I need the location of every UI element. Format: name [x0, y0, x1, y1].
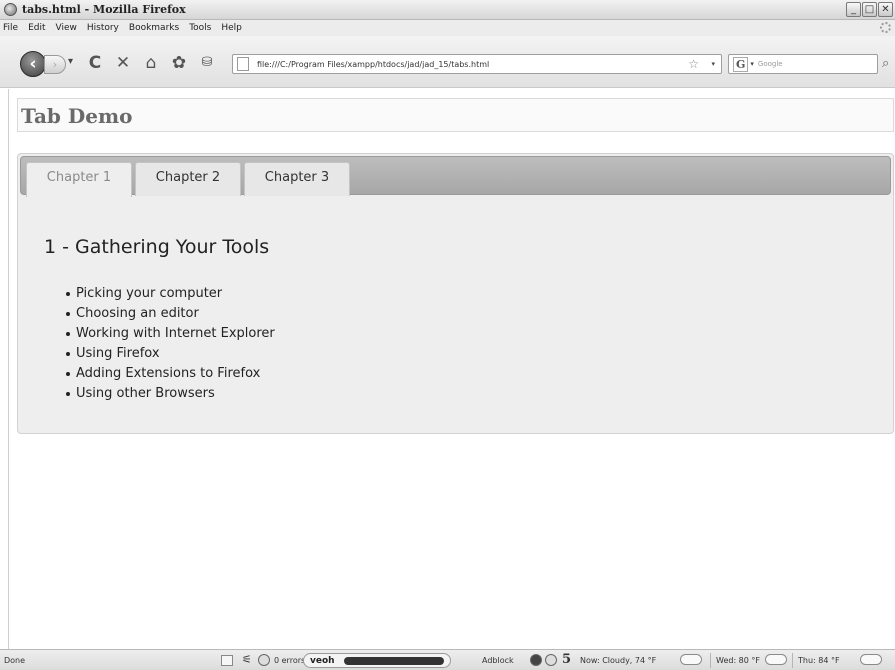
- list-item: Using other Browsers: [66, 384, 275, 404]
- page-header: Tab Demo: [17, 98, 894, 132]
- search-engine-icon[interactable]: G: [733, 56, 749, 72]
- validator-icon[interactable]: [258, 654, 270, 666]
- reload-button[interactable]: C: [84, 53, 106, 73]
- addon-status-icon[interactable]: [221, 655, 233, 666]
- stop-button[interactable]: ✕: [112, 53, 134, 73]
- search-engine-dropdown-icon[interactable]: ▾: [750, 60, 754, 68]
- back-button[interactable]: ‹: [20, 51, 46, 77]
- page-content: Tab Demo Chapter 1 Chapter 2 Chapter 3 1…: [8, 89, 895, 649]
- veoh-logo: veoh: [310, 656, 335, 666]
- tab-strip: Chapter 1 Chapter 2 Chapter 3: [20, 156, 891, 197]
- weather-thu[interactable]: Thu: 84 °F: [798, 656, 840, 665]
- page-title: Tab Demo: [21, 104, 133, 128]
- navigation-toolbar: ‹ › ▾ C ✕ ⌂ ✿ ⛁ file:///C:/Program Files…: [0, 36, 895, 88]
- veoh-controls[interactable]: [344, 657, 444, 665]
- forward-button[interactable]: ›: [44, 55, 66, 74]
- home-button[interactable]: ⌂: [140, 53, 162, 73]
- separator: [792, 653, 793, 668]
- url-text[interactable]: file:///C:/Program Files/xampp/htdocs/ja…: [257, 60, 489, 69]
- window-title: tabs.html - Mozilla Firefox: [22, 3, 186, 16]
- window-titlebar: tabs.html - Mozilla Firefox _ □ ✕: [0, 0, 895, 20]
- adblock-status[interactable]: Adblock: [482, 656, 514, 665]
- menu-tools[interactable]: Tools: [189, 23, 211, 33]
- bookmark-star-icon[interactable]: ☆: [688, 57, 699, 71]
- menubar: File Edit View History Bookmarks Tools H…: [0, 20, 895, 36]
- tab-chapter-3[interactable]: Chapter 3: [244, 162, 350, 196]
- tabs-widget: Chapter 1 Chapter 2 Chapter 3 1 - Gather…: [17, 153, 894, 434]
- cloudy-icon: [680, 654, 702, 665]
- search-box[interactable]: G ▾ Google: [728, 54, 878, 74]
- minimize-button[interactable]: _: [846, 2, 861, 17]
- list-item: Choosing an editor: [66, 304, 275, 324]
- page-favicon-icon: [237, 57, 249, 71]
- topic-list: Picking your computer Choosing an editor…: [66, 284, 275, 404]
- search-go-icon[interactable]: ⌕: [882, 56, 889, 71]
- tab-chapter-1[interactable]: Chapter 1: [26, 162, 132, 197]
- list-item: Using Firefox: [66, 344, 275, 364]
- weather-wed[interactable]: Wed: 80 °F: [716, 656, 760, 665]
- veoh-toolbar[interactable]: veoh: [303, 653, 451, 668]
- menu-file[interactable]: File: [3, 23, 18, 33]
- search-input[interactable]: Google: [758, 60, 783, 68]
- menu-bookmarks[interactable]: Bookmarks: [129, 23, 179, 33]
- rain-icon: [860, 654, 882, 665]
- menu-view[interactable]: View: [56, 23, 77, 33]
- history-dropdown-icon[interactable]: ▾: [68, 56, 73, 67]
- plug-icon[interactable]: ⚟: [242, 653, 252, 666]
- window-controls: _ □ ✕: [846, 2, 893, 17]
- clock-icon[interactable]: [545, 654, 557, 666]
- list-item: Adding Extensions to Firefox: [66, 364, 275, 384]
- rain-icon: [765, 654, 787, 665]
- maximize-button[interactable]: □: [862, 2, 877, 17]
- menu-history[interactable]: History: [87, 23, 119, 33]
- list-item: Working with Internet Explorer: [66, 324, 275, 344]
- weather-now[interactable]: Now: Cloudy, 74 °F: [580, 656, 656, 665]
- list-item: Picking your computer: [66, 284, 275, 304]
- status-text: Done: [4, 656, 26, 665]
- firefox-icon: [4, 3, 17, 16]
- tab-chapter-2[interactable]: Chapter 2: [135, 162, 241, 196]
- menu-edit[interactable]: Edit: [28, 23, 45, 33]
- menu-help[interactable]: Help: [221, 23, 242, 33]
- counter-badge[interactable]: 5: [562, 652, 571, 667]
- status-bar: Done ⚟ 0 errors / 0 warnings veoh Adbloc…: [0, 649, 895, 670]
- url-bar[interactable]: file:///C:/Program Files/xampp/htdocs/ja…: [232, 54, 722, 74]
- addon-icon[interactable]: ✿: [168, 53, 190, 73]
- throbber-icon: [880, 22, 891, 33]
- separator: [710, 653, 711, 668]
- chapter-heading: 1 - Gathering Your Tools: [44, 236, 270, 258]
- url-dropdown-icon[interactable]: ▾: [711, 60, 715, 68]
- storage-icon[interactable]: ⛁: [196, 55, 218, 70]
- record-icon[interactable]: [530, 654, 542, 666]
- close-button[interactable]: ✕: [878, 2, 893, 17]
